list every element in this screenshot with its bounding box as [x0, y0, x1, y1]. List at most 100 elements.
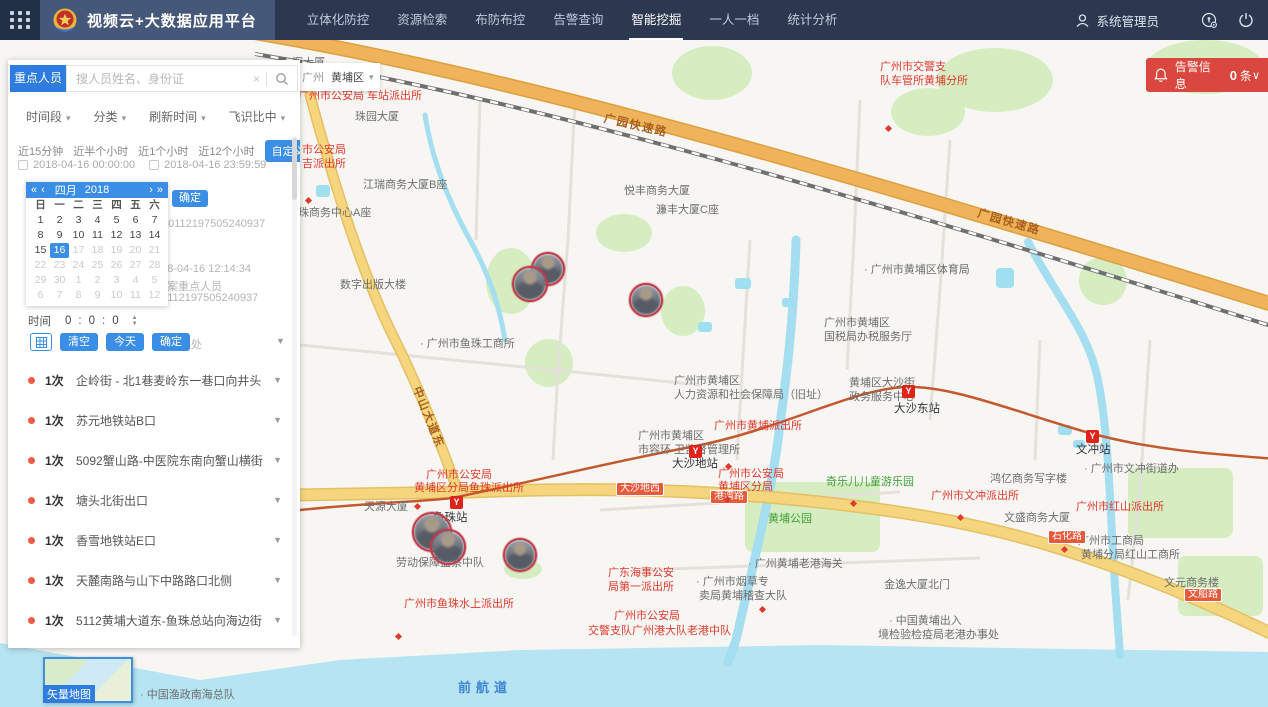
nav-item-资源检索[interactable]: 资源检索	[395, 0, 449, 40]
calendar-checkbox-icon[interactable]	[18, 160, 28, 170]
calendar-day-17[interactable]: 17	[69, 243, 88, 258]
calendar-day-9[interactable]: 9	[88, 288, 107, 303]
search-input[interactable]	[67, 71, 247, 87]
time-minutes[interactable]: 0	[89, 315, 95, 327]
person-photo-marker[interactable]	[629, 283, 663, 317]
chevron-down-icon[interactable]: ▼	[273, 575, 282, 585]
filter-分类[interactable]: 分类▾	[94, 108, 127, 125]
calendar-day-14[interactable]: 14	[145, 228, 164, 243]
calendar-day-21[interactable]: 21	[145, 243, 164, 258]
month-select[interactable]: 四月	[55, 182, 77, 198]
确定-button[interactable]: 确定	[152, 333, 190, 351]
city-select[interactable]: 广州	[302, 69, 324, 85]
quick-time-近1个小时[interactable]: 近1个小时	[138, 143, 188, 159]
prev-month-icon[interactable]: ‹	[41, 184, 45, 196]
chevron-down-icon[interactable]: ∨	[1252, 69, 1260, 82]
今天-button[interactable]: 今天	[106, 333, 144, 351]
list-item[interactable]: 1次企岭街 - 北1巷麦岭东一巷口向井头▼	[8, 360, 300, 400]
calendar-day-4[interactable]: 4	[126, 273, 145, 288]
date-to-input[interactable]: 2018-04-16 23:59:59	[164, 159, 266, 171]
calendar-day-13[interactable]: 13	[126, 228, 145, 243]
chevron-down-icon[interactable]: ▼	[273, 415, 282, 425]
minimap[interactable]: 矢量地图	[43, 657, 133, 703]
calendar-day-2[interactable]: 2	[50, 213, 69, 228]
chevron-down-icon[interactable]: ▼	[276, 336, 285, 346]
calendar-day-11[interactable]: 11	[126, 288, 145, 303]
year-select[interactable]: 2018	[85, 184, 109, 196]
filter-飞识比中[interactable]: 飞识比中▾	[229, 108, 286, 125]
calendar-day-23[interactable]: 23	[50, 258, 69, 273]
next-month-icon[interactable]: ›	[149, 184, 153, 196]
calendar-day-2[interactable]: 2	[88, 273, 107, 288]
date-from-input[interactable]: 2018-04-16 00:00:00	[33, 159, 135, 171]
list-item[interactable]: 1次天麓南路与山下中路路口北侧▼	[8, 560, 300, 600]
chevron-down-icon[interactable]: ▾	[369, 72, 374, 83]
nav-item-告警查询[interactable]: 告警查询	[551, 0, 605, 40]
calendar-day-4[interactable]: 4	[88, 213, 107, 228]
panel-scrollbar[interactable]	[292, 136, 297, 636]
calendar-day-28[interactable]: 28	[145, 258, 164, 273]
security-lock-icon[interactable]	[1201, 12, 1218, 29]
calendar-day-30[interactable]: 30	[50, 273, 69, 288]
calendar-day-27[interactable]: 27	[126, 258, 145, 273]
calendar-day-22[interactable]: 22	[31, 258, 50, 273]
calendar-day-18[interactable]: 18	[88, 243, 107, 258]
power-icon[interactable]	[1238, 12, 1254, 28]
calendar-day-7[interactable]: 7	[50, 288, 69, 303]
nav-item-统计分析[interactable]: 统计分析	[785, 0, 839, 40]
calendar-day-25[interactable]: 25	[88, 258, 107, 273]
list-item[interactable]: 1次5112黄埔大道东-鱼珠总站向海边街（全）▼	[8, 600, 300, 640]
list-item[interactable]: 1次苏元地铁站B口▼	[8, 400, 300, 440]
calendar-day-20[interactable]: 20	[126, 243, 145, 258]
calendar-day-15[interactable]: 15	[31, 243, 50, 258]
list-item[interactable]: 1次香雪地铁站E口▼	[8, 520, 300, 560]
clear-icon[interactable]: ×	[247, 72, 266, 86]
list-item[interactable]: 1次塘头北街出口▼	[8, 480, 300, 520]
person-photo-marker[interactable]	[430, 529, 466, 565]
person-photo-marker[interactable]	[503, 538, 537, 572]
nav-item-布防布控[interactable]: 布防布控	[473, 0, 527, 40]
calendar-day-8[interactable]: 8	[69, 288, 88, 303]
alert-banner[interactable]: 告警信息 0 条 ∨	[1146, 58, 1268, 92]
prev-year-icon[interactable]: «	[31, 184, 37, 196]
city-district-selector[interactable]: 广州 黄埔区 ▾	[292, 63, 380, 91]
calendar-day-11[interactable]: 11	[88, 228, 107, 243]
scrollbar-thumb[interactable]	[292, 138, 297, 200]
time-hours[interactable]: 0	[65, 315, 71, 327]
list-item[interactable]: 1次5092蟹山路-中医院东南向蟹山横街▼	[8, 440, 300, 480]
time-stepper[interactable]: ▲▼	[132, 315, 138, 327]
nav-item-立体化防控[interactable]: 立体化防控	[305, 0, 372, 40]
next-year-icon[interactable]: »	[157, 184, 163, 196]
time-seconds[interactable]: 0	[112, 315, 118, 327]
calendar-day-19[interactable]: 19	[107, 243, 126, 258]
calendar-day-26[interactable]: 26	[107, 258, 126, 273]
search-icon[interactable]	[267, 72, 297, 86]
nav-item-智能挖掘[interactable]: 智能挖掘	[629, 0, 683, 40]
calendar-day-16[interactable]: 16	[50, 243, 69, 258]
quick-time-近半个小时[interactable]: 近半个小时	[73, 143, 128, 159]
calendar-day-6[interactable]: 6	[126, 213, 145, 228]
calendar-day-3[interactable]: 3	[107, 273, 126, 288]
quick-time-近15分钟[interactable]: 近15分钟	[18, 143, 63, 159]
清空-button[interactable]: 清空	[60, 333, 98, 351]
district-select[interactable]: 黄埔区	[331, 69, 364, 85]
calendar-day-9[interactable]: 9	[50, 228, 69, 243]
calendar-confirm-button[interactable]: 确定	[172, 190, 208, 207]
calendar-day-5[interactable]: 5	[107, 213, 126, 228]
calendar-day-1[interactable]: 1	[69, 273, 88, 288]
apps-grid-icon[interactable]	[0, 0, 40, 40]
chevron-down-icon[interactable]: ▼	[273, 535, 282, 545]
calendar-day-8[interactable]: 8	[31, 228, 50, 243]
filter-刷新时间[interactable]: 刷新时间▾	[149, 108, 206, 125]
calendar-day-5[interactable]: 5	[145, 273, 164, 288]
calendar-day-29[interactable]: 29	[31, 273, 50, 288]
chevron-down-icon[interactable]: ▼	[273, 615, 282, 625]
calendar-day-12[interactable]: 12	[145, 288, 164, 303]
user-menu[interactable]: 系统管理员	[1075, 11, 1159, 30]
calendar-day-6[interactable]: 6	[31, 288, 50, 303]
calendar-grid-icon[interactable]	[30, 333, 52, 351]
calendar-day-10[interactable]: 10	[69, 228, 88, 243]
chevron-down-icon[interactable]: ▼	[273, 495, 282, 505]
filter-时间段[interactable]: 时间段▾	[26, 108, 71, 125]
chevron-down-icon[interactable]: ▼	[273, 375, 282, 385]
